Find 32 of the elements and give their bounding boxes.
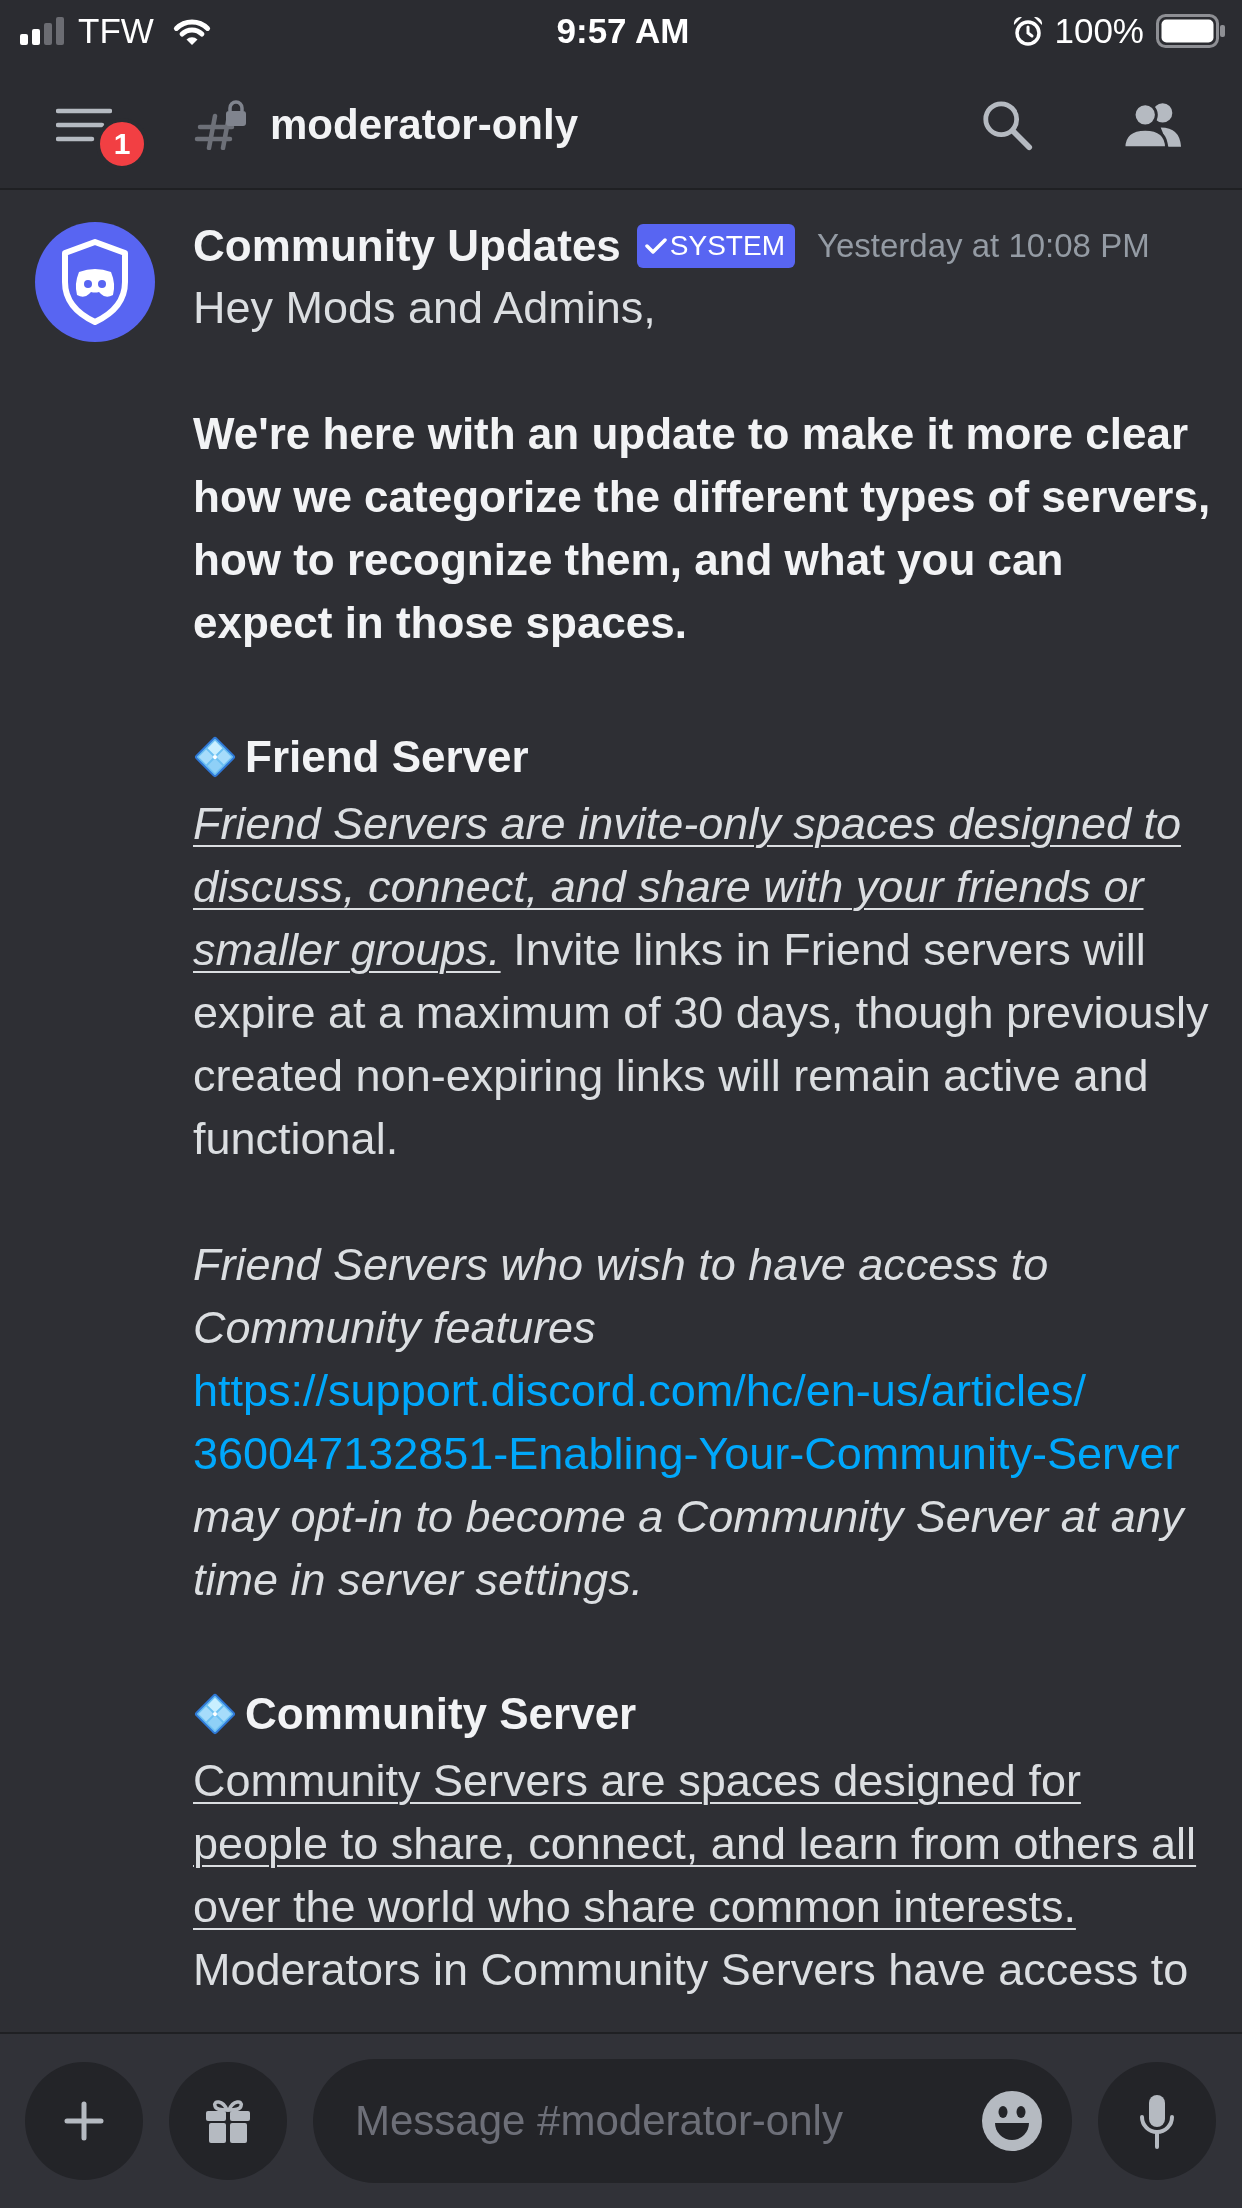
section-heading: Community Server bbox=[245, 1689, 637, 1739]
support-link[interactable]: https://support.discord.com/hc/en-us/articles/360047132851-Enabling-Your-Community-Server bbox=[193, 1359, 1213, 1485]
tag-label: SYSTEM bbox=[669, 230, 785, 262]
alarm-clock-icon bbox=[1012, 15, 1045, 47]
check-icon bbox=[644, 237, 667, 255]
emoji-button[interactable] bbox=[982, 2091, 1042, 2151]
message-paragraph: Friend Servers are invite-only spaces designed to discuss, connect, and share with your friends or smaller groups. Invite links in Friend servers will expire at a maximum of 30 days, though previously created non-expiring links will remain active and functional. bbox=[193, 797, 1210, 1166]
search-button[interactable] bbox=[980, 98, 1034, 152]
message-timestamp: Yesterday at 10:08 PM bbox=[816, 227, 1150, 265]
shield-avatar-icon bbox=[35, 222, 155, 342]
message-paragraph: We're here with an update to make it more clear how we categorize the different types of servers, how to recognize them, and what you can expect in those spaces. bbox=[193, 408, 1212, 649]
members-button[interactable] bbox=[1122, 101, 1182, 149]
people-icon bbox=[1122, 101, 1182, 149]
smiley-icon bbox=[982, 2091, 1042, 2151]
menu-icon bbox=[56, 108, 112, 142]
gift-icon bbox=[204, 2098, 252, 2144]
message-paragraph: Hey Mods and Admins, bbox=[193, 281, 657, 335]
author-name: Community Updates bbox=[193, 221, 621, 271]
plus-icon bbox=[64, 2101, 104, 2141]
channel-name: moderator-only bbox=[270, 101, 579, 149]
message-paragraph: Friend Servers who wish to have access to Community features https://support.discord.com/hc/en-us/articles/360047132851-Enabling-Your-Community-Server may opt-in to become a Community Server at any time in server settings. bbox=[193, 1233, 1213, 1611]
signal-icon bbox=[20, 17, 64, 45]
wifi-icon bbox=[171, 16, 212, 46]
microphone-icon bbox=[1139, 2093, 1175, 2149]
search-icon bbox=[980, 98, 1034, 152]
message-paragraph: Community Servers are spaces designed for people to share, connect, and learn from others all over the world who share common interests. Moderators in Community Servers have access to bbox=[193, 1754, 1198, 1997]
message-field[interactable]: Message #moderator-only bbox=[313, 2059, 1072, 2183]
carrier-name: TFW bbox=[78, 11, 154, 51]
clock-time: 9:57 AM bbox=[556, 11, 690, 51]
section-heading: Friend Server bbox=[245, 732, 529, 782]
battery-icon bbox=[1156, 14, 1226, 48]
battery-percent: 100% bbox=[1054, 11, 1144, 51]
